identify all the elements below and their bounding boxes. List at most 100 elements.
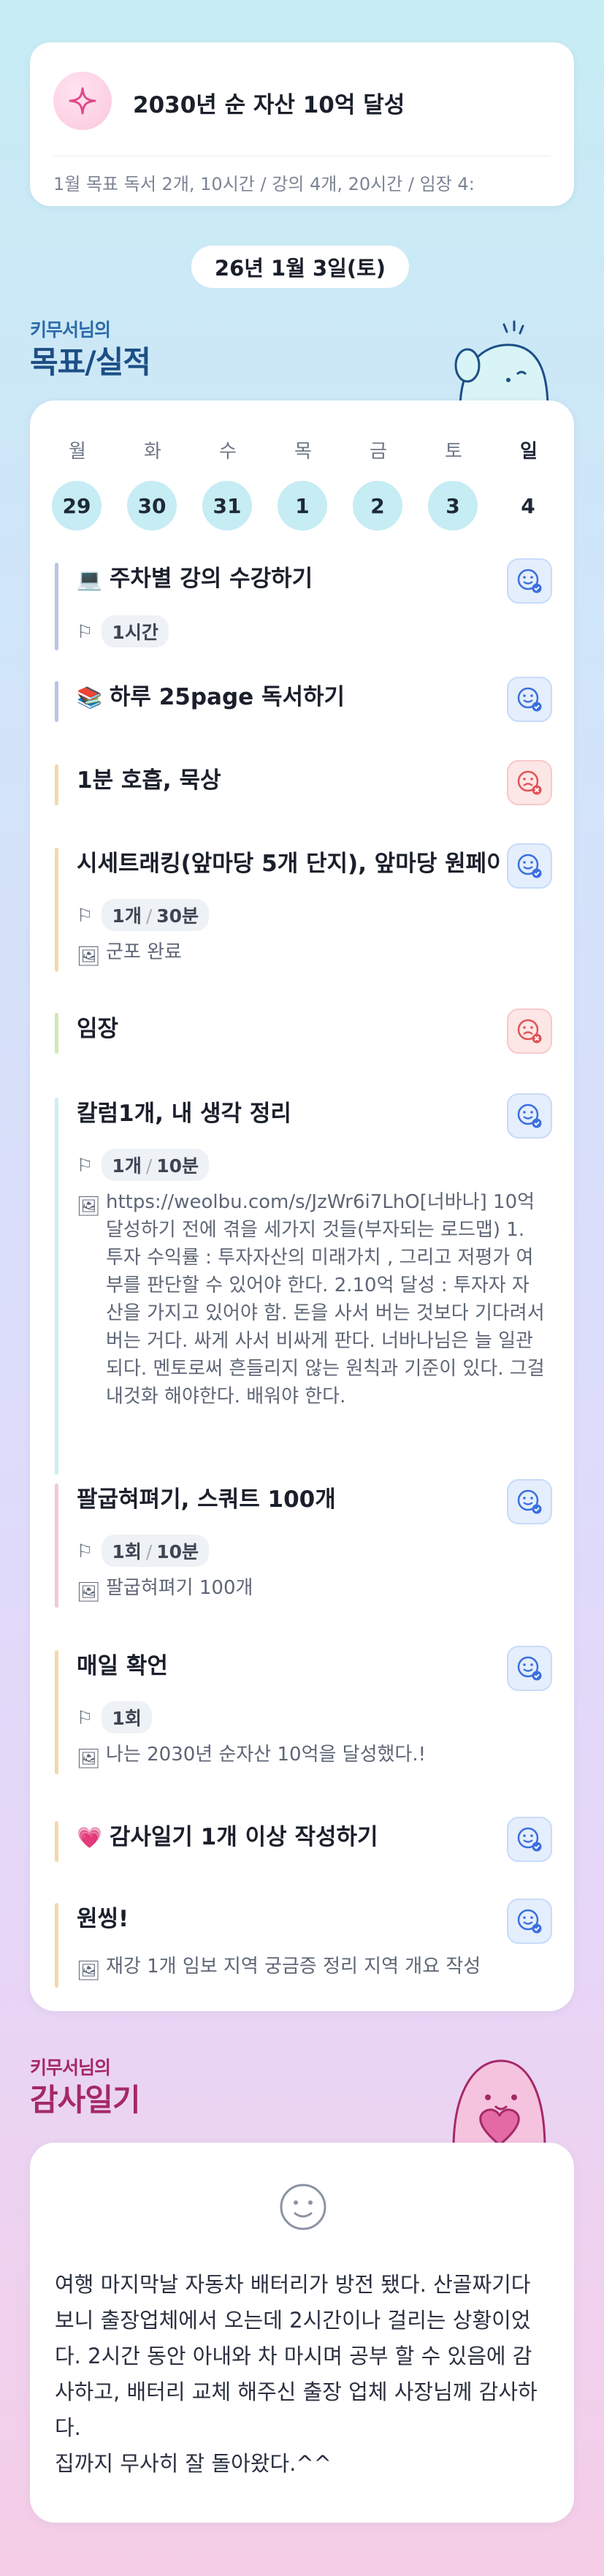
day-tue[interactable]: 화 30 [127,437,178,531]
task-meta: ⚐ 1시간 [77,615,169,647]
heart-icon: 💗 [77,1825,102,1850]
task-memo: 🖼 나는 2030년 순자산 10억을 달성했다.! [77,1741,545,1770]
goal-subtitle: 1월 목표 독서 2개, 10시간 / 강의 4개, 20시간 / 임장 4: [53,174,475,194]
date-selector[interactable]: 26년 1월 3일(토) [191,246,409,288]
flag-icon: ⚐ [77,620,93,642]
task-item[interactable]: 시세트래킹(앞마당 5개 단지), 앞마당 원페이지 ⚐ 1개/30분 🖼 군포 완… [55,843,552,972]
smile-check-icon [517,1103,542,1128]
smile-check-icon [517,1656,542,1681]
smile-icon [278,2182,328,2235]
count-value: 1회 [102,1701,152,1733]
mascot-illustration [438,307,555,411]
task-title: 하루 25page 독서하기 [109,684,345,710]
duration-value: 10분 [156,1541,199,1562]
task-title: 팔굽혀펴기, 스쿼트 100개 [77,1486,336,1513]
task-meta: ⚐ 1개/10분 [77,1149,210,1181]
memo-icon: 🖼 [77,1748,102,1770]
flag-icon: ⚐ [77,1540,93,1562]
task-item[interactable]: 원씽! 🖼 재강 1개 임보 지역 궁금증 정리 지역 개요 작성 [55,1899,552,1988]
task-title: 칼럼1개, 내 생각 정리 [77,1101,291,1127]
status-done-button[interactable] [507,1093,552,1139]
task-item[interactable]: 임장 [55,1008,552,1054]
task-title: 감사일기 1개 이상 작성하기 [109,1824,378,1850]
memo-icon: 🖼 [77,1960,102,1982]
task-memo: 🖼 군포 완료 [77,938,545,968]
smile-check-icon [517,569,542,593]
status-fail-button[interactable] [507,760,552,805]
task-title: 원씽! [77,1906,129,1932]
day-thu[interactable]: 목1 [278,437,329,531]
task-color-bar [55,563,58,650]
smile-check-icon [517,1489,542,1514]
day-fri[interactable]: 금2 [353,437,404,531]
memo-icon: 🖼 [77,1196,102,1217]
gratitude-card: 여행 마지막날 자동차 배터리가 방전 됐다. 산골짜기다 보니 출장업체에서 … [30,2143,574,2523]
task-color-bar [55,848,58,972]
task-item[interactable]: 매일 확언 ⚐ 1회 🖼 나는 2030년 순자산 10억을 달성했다.! [55,1646,552,1774]
status-done-button[interactable] [507,1646,552,1691]
count-value: 1개 [112,1155,142,1177]
status-done-button[interactable] [507,1817,552,1862]
smile-check-icon [517,1827,542,1852]
smile-check-icon [517,1909,542,1934]
day-wed[interactable]: 수 31 [202,437,253,531]
task-color-bar [55,1821,58,1862]
status-done-button[interactable] [507,677,552,722]
books-icon: 📚 [77,685,102,710]
status-done-button[interactable] [507,1479,552,1524]
duration-value: 30분 [156,905,199,927]
mascot-heart-illustration [435,2046,559,2150]
task-item[interactable]: 📚 하루 25page 독서하기 [55,677,552,722]
task-color-bar [55,681,58,722]
status-done-button[interactable] [507,558,552,604]
task-title: 1분 호흡, 묵상 [77,767,221,794]
gratitude-text-line2: 집까지 무사히 잘 돌아왔다.^^ [55,2451,332,2476]
task-meta: ⚐ 1개/30분 [77,899,210,931]
task-color-bar [55,764,58,805]
task-item[interactable]: 팔굽혀펴기, 스쿼트 100개 ⚐ 1회/10분 🖼 팔굽혀펴기 100개 [55,1479,552,1608]
sad-x-icon [517,1019,542,1044]
section-title-goals: 목표/실적 [30,344,151,380]
sparkle-icon [53,72,112,130]
task-title: 매일 확언 [77,1653,168,1679]
day-mon[interactable]: 월 29 [52,437,103,531]
count-value: 1회 [112,1541,142,1562]
duration-chip: 1시간 [102,615,169,647]
smile-check-icon [517,854,542,878]
sad-x-icon [517,770,542,795]
status-done-button[interactable] [507,843,552,889]
flag-icon: ⚐ [77,1154,93,1176]
task-meta: ⚐ 1회/10분 [77,1535,210,1567]
task-item[interactable]: 칼럼1개, 내 생각 정리 ⚐ 1개/10분 🖼 https://weolbu.co… [55,1093,552,1475]
status-done-button[interactable] [507,1899,552,1944]
day-sun-today[interactable]: 일4 [503,437,554,531]
gratitude-text: 여행 마지막날 자동차 배터리가 방전 됐다. 산골짜기다 보니 출장업체에서 … [55,2272,538,2440]
task-color-bar [55,1903,58,1988]
task-color-bar [55,1483,58,1608]
task-title: 임장 [77,1016,119,1042]
status-fail-button[interactable] [507,1008,552,1054]
task-item[interactable]: 💻 주차별 강의 수강하기 ⚐ 1시간 [55,558,552,650]
task-color-bar [55,1650,58,1774]
duration-value: 10분 [156,1155,199,1177]
memo-icon: 🖼 [77,1581,102,1603]
task-color-bar [55,1013,58,1054]
section-title-gratitude: 감사일기 [30,2082,141,2118]
goals-card: 월 29 화 30 수 31 목1 금2 토3 일4 💻 주차별 강의 수강하기 ⚐ 1시… [30,400,574,2011]
day-sat[interactable]: 토3 [428,437,479,531]
task-item[interactable]: 💗 감사일기 1개 이상 작성하기 [55,1817,552,1862]
task-meta: ⚐ 1회 [77,1701,152,1733]
week-calendar: 월 29 화 30 수 31 목1 금2 토3 일4 [52,437,552,532]
laptop-icon: 💻 [77,567,102,591]
goal-title: 2030년 순 자산 10억 달성 [133,92,405,118]
count-value: 1개 [112,905,142,927]
flag-icon: ⚐ [77,1706,93,1728]
flag-icon: ⚐ [77,904,93,926]
smile-check-icon [517,687,542,712]
task-memo: 🖼 팔굽혀펴기 100개 [77,1574,545,1603]
task-item[interactable]: 1분 호흡, 묵상 [55,760,552,805]
task-title: 주차별 강의 수강하기 [109,566,313,592]
task-memo: 🖼 재강 1개 임보 지역 궁금증 정리 지역 개요 작성 [77,1953,545,1982]
goal-card[interactable]: 2030년 순 자산 10억 달성 1월 목표 독서 2개, 10시간 / 강의… [30,42,574,206]
task-memo: 🖼 https://weolbu.com/s/JzWr6i7LhO[너바나] 10… [77,1191,545,1407]
